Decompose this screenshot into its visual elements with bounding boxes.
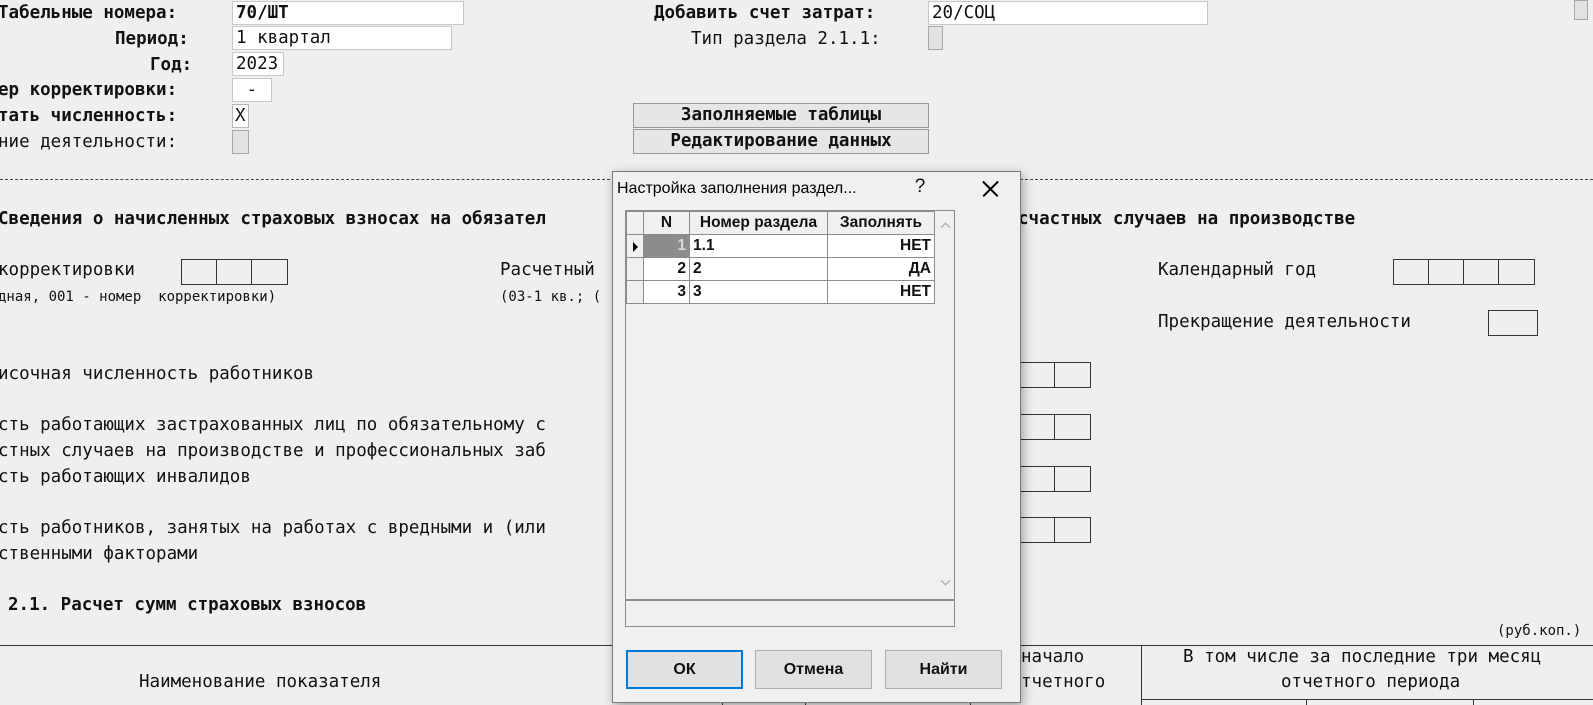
period-field[interactable]: 1 квартал xyxy=(232,26,452,50)
termination-checkbox[interactable] xyxy=(232,130,249,154)
row-n[interactable]: 2 xyxy=(643,257,690,281)
row-section[interactable]: 2 xyxy=(689,257,828,281)
insured-cells[interactable] xyxy=(1020,414,1091,440)
row-fill[interactable]: НЕТ xyxy=(827,280,935,304)
col-last3-header-b: отчетного периода xyxy=(1281,672,1461,692)
help-icon[interactable]: ? xyxy=(910,177,930,196)
row-fill[interactable]: ДА xyxy=(827,257,935,281)
section-fill-dialog: Настройка заполнения раздел... ? N Номер… xyxy=(612,171,1021,703)
col-start-header-a: начало xyxy=(1021,647,1085,667)
col-header-fill[interactable]: Заполнять xyxy=(827,211,935,235)
table-sub-col-2 xyxy=(1473,699,1474,705)
current-row-icon xyxy=(633,242,638,252)
calc-period-note: (03-1 кв.; ( xyxy=(500,289,602,305)
row-indicator xyxy=(626,234,644,258)
calc-period-text: Расчетный xyxy=(500,260,595,280)
section-title: 2.1. Расчет сумм страховых взносов xyxy=(8,595,367,615)
correction-field[interactable]: - xyxy=(232,78,272,102)
disabled-cells[interactable] xyxy=(1020,466,1091,492)
report-heading-left: Сведения о начисленных страховых взносах… xyxy=(0,209,546,229)
scroll-up-icon[interactable] xyxy=(939,220,951,232)
grid-footer-bar xyxy=(625,600,955,627)
corner-checkbox[interactable] xyxy=(1574,0,1588,20)
row-indicator xyxy=(626,280,644,304)
col-last3-header-a: В том числе за последние три месяц xyxy=(1183,647,1542,667)
ok-button[interactable]: ОК xyxy=(626,650,743,689)
vertical-scrollbar[interactable] xyxy=(937,211,954,599)
fill-tables-button[interactable]: Заполняемые таблицы xyxy=(633,103,929,128)
headcount-label: тать численность: xyxy=(0,106,178,126)
table-sub-col xyxy=(1306,699,1307,705)
year-field[interactable]: 2023 xyxy=(232,52,284,76)
indicator-header xyxy=(626,211,644,235)
tab-numbers-label: Табельные номера: xyxy=(0,3,178,23)
line-disabled: сть работающих инвалидов xyxy=(0,467,251,487)
termination-label: ние деятельности: xyxy=(0,132,178,152)
dashed-divider-right xyxy=(1020,179,1593,180)
calendar-year-label: Календарный год xyxy=(1158,260,1317,280)
row-section[interactable]: 3 xyxy=(689,280,828,304)
scroll-down-icon[interactable] xyxy=(939,577,951,589)
col-header-n[interactable]: N xyxy=(643,211,690,235)
table-row[interactable]: 3 3 НЕТ xyxy=(626,280,935,304)
section-type-checkbox[interactable] xyxy=(928,26,943,50)
sections-grid[interactable]: N Номер раздела Заполнять 1 1.1 НЕТ 2 2 … xyxy=(625,210,955,600)
cost-account-field[interactable]: 20/СОЦ xyxy=(928,1,1208,25)
termination-cell[interactable] xyxy=(1488,310,1538,336)
col-start-header-b: тчетного xyxy=(1021,672,1106,692)
correction-text: корректировки xyxy=(0,260,135,280)
edit-data-button[interactable]: Редактирование данных xyxy=(633,129,929,154)
sections-table: N Номер раздела Заполнять 1 1.1 НЕТ 2 2 … xyxy=(626,211,935,304)
table-sub-border xyxy=(1141,699,1593,700)
cancel-button[interactable]: Отмена xyxy=(755,650,872,689)
col-indicator-header: Наименование показателя xyxy=(139,672,382,692)
report-heading-right: счастных случаев на производстве xyxy=(1018,209,1356,229)
row-indicator xyxy=(626,257,644,281)
correction-cells[interactable] xyxy=(181,259,288,285)
row-section[interactable]: 1.1 xyxy=(689,234,828,258)
col-header-section[interactable]: Номер раздела xyxy=(689,211,828,235)
table-row[interactable]: 1 1.1 НЕТ xyxy=(626,234,935,258)
correction-note: дная, 001 - номер корректировки) xyxy=(0,289,277,305)
line-hazardous-b: ственными факторами xyxy=(0,544,199,564)
period-label: Период: xyxy=(115,29,189,49)
row-n[interactable]: 3 xyxy=(643,280,690,304)
line-insured-a: сть работающих застрахованных лиц по обя… xyxy=(0,415,546,435)
table-col-border xyxy=(1141,645,1142,705)
units-label: (руб.коп.) xyxy=(1497,623,1582,639)
table-header-row: N Номер раздела Заполнять xyxy=(626,211,935,235)
close-icon[interactable] xyxy=(968,172,1012,206)
calendar-year-cells[interactable] xyxy=(1393,259,1535,285)
line-insured-b: стных случаев на производстве и професси… xyxy=(0,441,546,461)
cost-account-label: Добавить счет затрат: xyxy=(654,3,876,23)
headcount-cells[interactable] xyxy=(1020,362,1091,388)
correction-label: ер корректировки: xyxy=(0,80,178,100)
section-type-label: Тип раздела 2.1.1: xyxy=(691,29,881,49)
row-fill[interactable]: НЕТ xyxy=(827,234,935,258)
find-button[interactable]: Найти xyxy=(885,650,1002,689)
termination-text: Прекращение деятельности xyxy=(1158,312,1411,332)
headcount-checkbox[interactable]: X xyxy=(232,104,249,128)
year-label: Год: xyxy=(150,55,193,75)
dialog-title: Настройка заполнения раздел... xyxy=(617,180,857,197)
hazardous-cells[interactable] xyxy=(1020,517,1091,543)
dashed-divider xyxy=(0,179,615,180)
tab-numbers-field[interactable]: 70/ШТ xyxy=(232,1,464,25)
table-row[interactable]: 2 2 ДА xyxy=(626,257,935,281)
line-hazardous-a: сть работников, занятых на работах с вре… xyxy=(0,518,546,538)
row-n[interactable]: 1 xyxy=(643,234,690,258)
line-headcount: исочная численность работников xyxy=(0,364,315,384)
